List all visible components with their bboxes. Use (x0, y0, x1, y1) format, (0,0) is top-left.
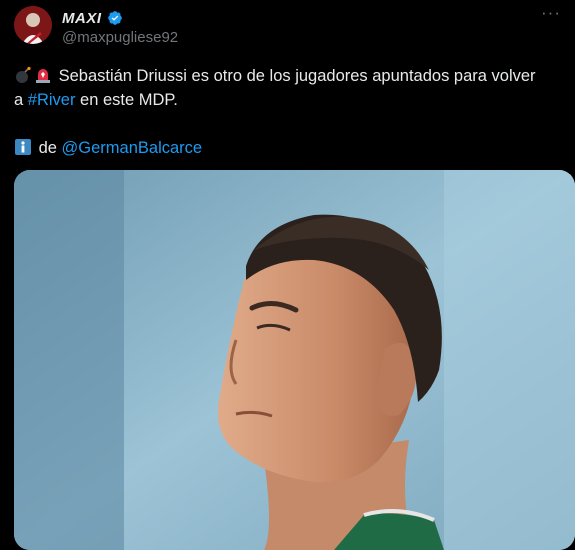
tweet-media-photo[interactable] (14, 170, 575, 550)
author-handle[interactable]: @maxpugliese92 (62, 29, 178, 46)
tweet[interactable]: MAXI @maxpugliese92 ··· Sebastián Driuss… (0, 0, 575, 550)
tweet-line-3: de @GermanBalcarce (14, 136, 559, 160)
avatar[interactable] (14, 6, 52, 44)
author-name-row: MAXI (62, 8, 123, 28)
mention-link[interactable]: @GermanBalcarce (62, 139, 203, 157)
verified-badge-icon (107, 10, 123, 26)
tweet-line-2-suffix: en este MDP. (75, 91, 178, 109)
tweet-line-1-text: Sebastián Driussi es otro de los jugador… (54, 67, 536, 85)
tweet-line-2: a #River en este MDP. (14, 88, 559, 112)
hashtag-link[interactable]: #River (28, 91, 76, 109)
tweet-text: Sebastián Driussi es otro de los jugador… (14, 64, 559, 160)
tweet-line-1: Sebastián Driussi es otro de los jugador… (14, 64, 559, 88)
more-options-icon[interactable]: ··· (541, 4, 561, 21)
author-display-name[interactable]: MAXI (62, 10, 102, 27)
tweet-line-3-prefix: de (34, 139, 62, 157)
tweet-line-2-prefix: a (14, 91, 28, 109)
info-icon (14, 138, 32, 163)
